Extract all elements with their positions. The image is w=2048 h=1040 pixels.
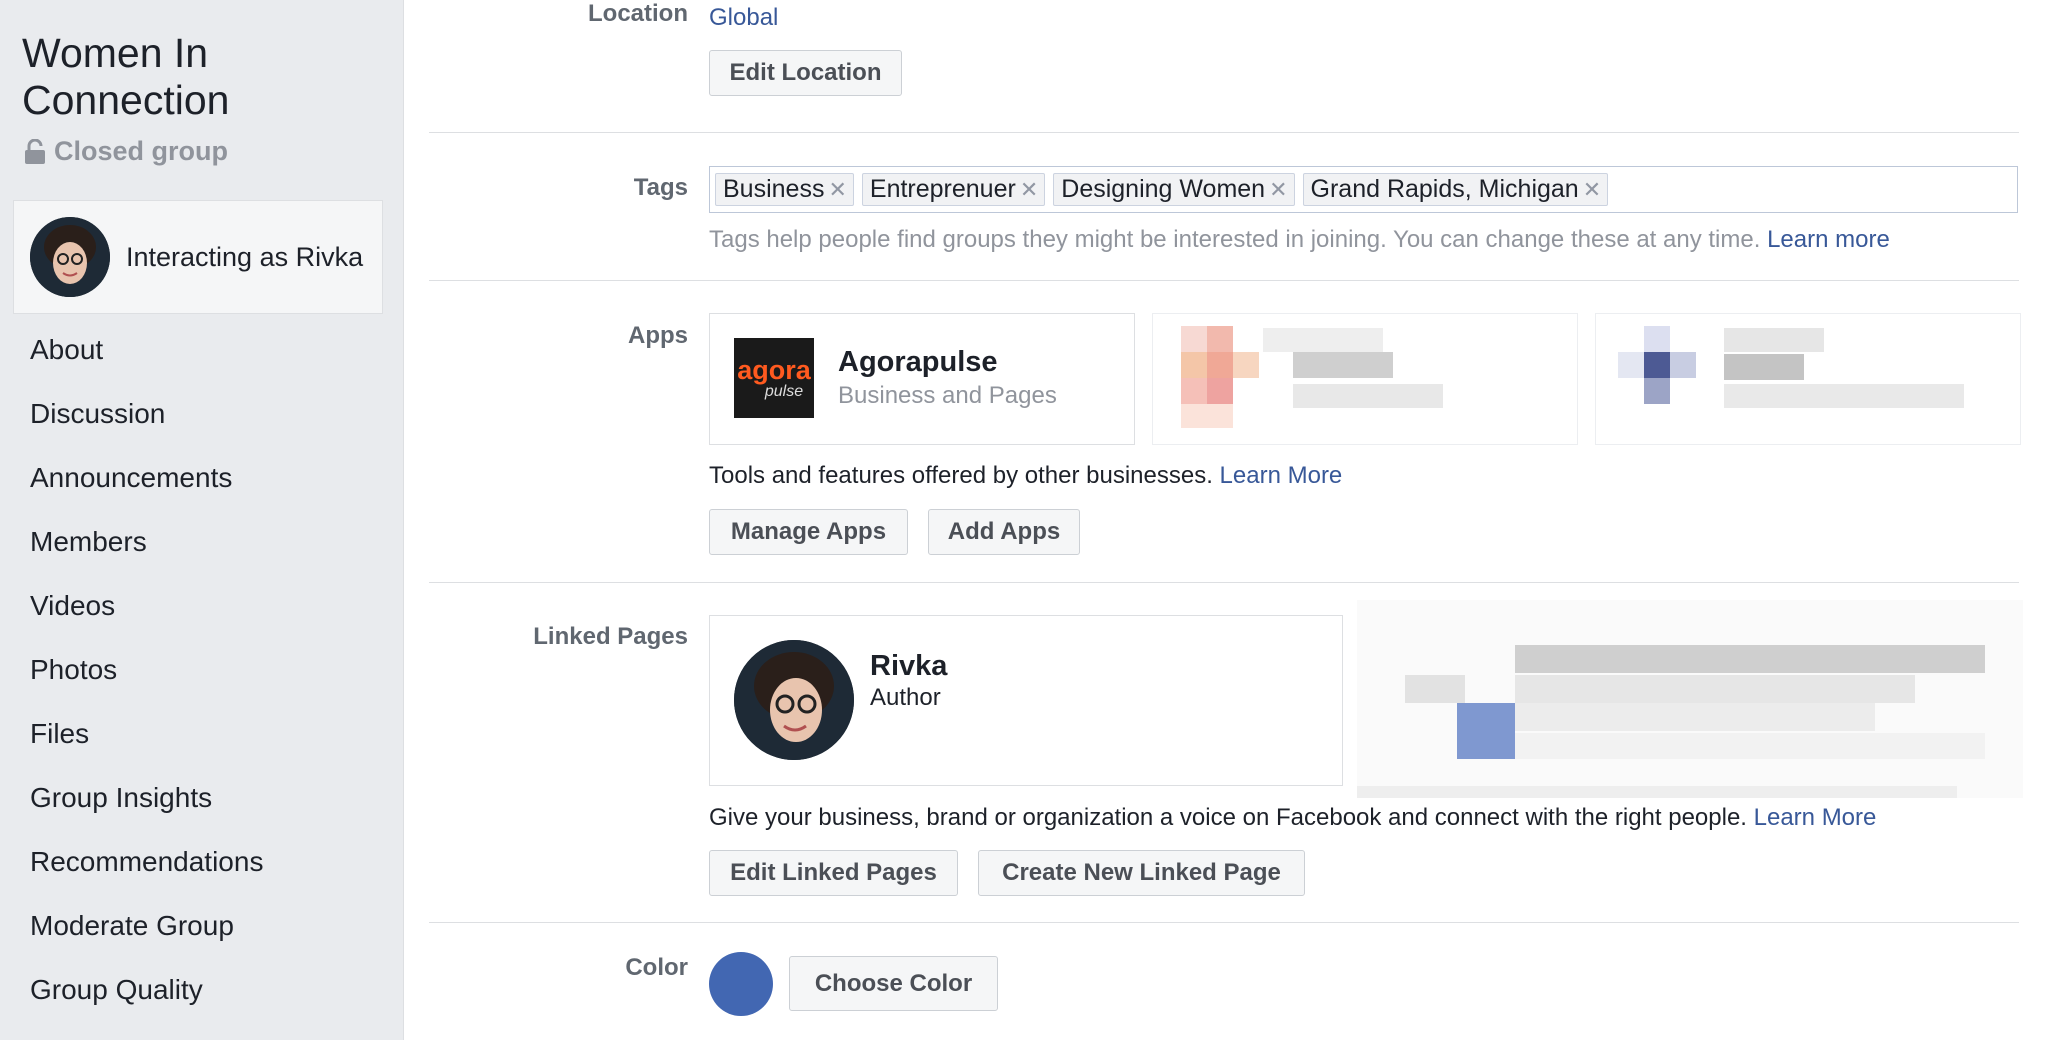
nav-item-files[interactable]: Files — [30, 702, 263, 766]
linked-page-category: Author — [870, 684, 941, 711]
apps-label: Apps — [628, 322, 688, 349]
group-nav: About Discussion Announcements Members V… — [30, 318, 263, 1022]
linked-pages-learn-more-link[interactable]: Learn More — [1754, 804, 1877, 831]
app-name: Agorapulse — [838, 346, 998, 378]
tag-label: Entreprenuer — [869, 175, 1016, 203]
tag-chip: Designing Women ✕ — [1053, 173, 1295, 206]
tags-input[interactable]: Business ✕ Entreprenuer ✕ Designing Wome… — [709, 166, 2018, 213]
tag-chip: Entreprenuer ✕ — [861, 173, 1046, 206]
interacting-as-label: Interacting as Rivka — [126, 241, 364, 272]
linked-page-name: Rivka — [870, 650, 948, 682]
agorapulse-logo: agora pulse — [734, 338, 814, 418]
apps-description: Tools and features offered by other busi… — [709, 462, 1342, 490]
create-new-linked-page-button[interactable]: Create New Linked Page — [978, 850, 1305, 896]
tag-label: Designing Women — [1061, 175, 1266, 203]
edit-location-button[interactable]: Edit Location — [709, 50, 902, 96]
nav-item-videos[interactable]: Videos — [30, 574, 263, 638]
app-card-agorapulse[interactable]: agora pulse Agorapulse Business and Page… — [709, 313, 1135, 445]
nav-item-group-insights[interactable]: Group Insights — [30, 766, 263, 830]
tag-chip: Grand Rapids, Michigan ✕ — [1302, 173, 1609, 206]
lock-icon — [25, 138, 45, 164]
nav-item-discussion[interactable]: Discussion — [30, 382, 263, 446]
linked-pages-description: Give your business, brand or organizatio… — [709, 804, 1876, 832]
tag-chip: Business ✕ — [715, 173, 854, 206]
nav-item-recommendations[interactable]: Recommendations — [30, 830, 263, 894]
blurred-app-card — [1152, 313, 1578, 445]
nav-item-group-quality[interactable]: Group Quality — [30, 958, 263, 1022]
interacting-as-switcher[interactable]: Interacting as Rivka — [13, 200, 383, 314]
tag-label: Grand Rapids, Michigan — [1310, 175, 1579, 203]
nav-item-announcements[interactable]: Announcements — [30, 446, 263, 510]
tags-label: Tags — [633, 174, 688, 201]
group-privacy: Closed group — [24, 136, 228, 167]
nav-item-moderate-group[interactable]: Moderate Group — [30, 894, 263, 958]
blurred-app-card — [1595, 313, 2021, 445]
linked-pages-description-text: Give your business, brand or organizatio… — [709, 804, 1747, 831]
group-name[interactable]: Women In Connection — [22, 30, 392, 124]
tags-help: Tags help people find groups they might … — [709, 226, 1890, 254]
divider — [429, 280, 2019, 281]
logo-text-top: agora — [737, 354, 811, 385]
color-swatch[interactable] — [709, 952, 773, 1016]
manage-apps-button[interactable]: Manage Apps — [709, 509, 908, 555]
location-label: Location — [588, 0, 688, 27]
close-icon[interactable]: ✕ — [1269, 177, 1287, 203]
sidebar: Women In Connection Closed group Interac… — [0, 0, 404, 1040]
divider — [429, 922, 2019, 923]
divider — [429, 582, 2019, 583]
divider — [429, 132, 2019, 133]
linked-pages-label: Linked Pages — [533, 623, 688, 650]
page-avatar — [734, 640, 854, 760]
close-icon[interactable]: ✕ — [828, 177, 846, 203]
app-category: Business and Pages — [838, 382, 1057, 409]
logo-text-bottom: pulse — [764, 382, 804, 400]
close-icon[interactable]: ✕ — [1583, 177, 1601, 203]
tag-label: Business — [723, 175, 825, 203]
tags-learn-more-link[interactable]: Learn more — [1767, 226, 1890, 253]
location-value[interactable]: Global — [709, 4, 778, 32]
apps-learn-more-link[interactable]: Learn More — [1220, 462, 1343, 489]
choose-color-button[interactable]: Choose Color — [789, 956, 998, 1011]
nav-item-members[interactable]: Members — [30, 510, 263, 574]
apps-description-text: Tools and features offered by other busi… — [709, 462, 1213, 489]
close-icon[interactable]: ✕ — [1020, 177, 1038, 203]
color-label: Color — [625, 954, 688, 981]
privacy-label: Closed group — [54, 136, 228, 166]
linked-page-card[interactable]: Rivka Author — [709, 615, 1343, 786]
nav-item-photos[interactable]: Photos — [30, 638, 263, 702]
edit-linked-pages-button[interactable]: Edit Linked Pages — [709, 850, 958, 896]
nav-item-about[interactable]: About — [30, 318, 263, 382]
avatar — [30, 217, 110, 297]
blurred-linked-page — [1357, 600, 2023, 798]
add-apps-button[interactable]: Add Apps — [928, 509, 1080, 555]
tags-help-text: Tags help people find groups they might … — [709, 226, 1761, 253]
